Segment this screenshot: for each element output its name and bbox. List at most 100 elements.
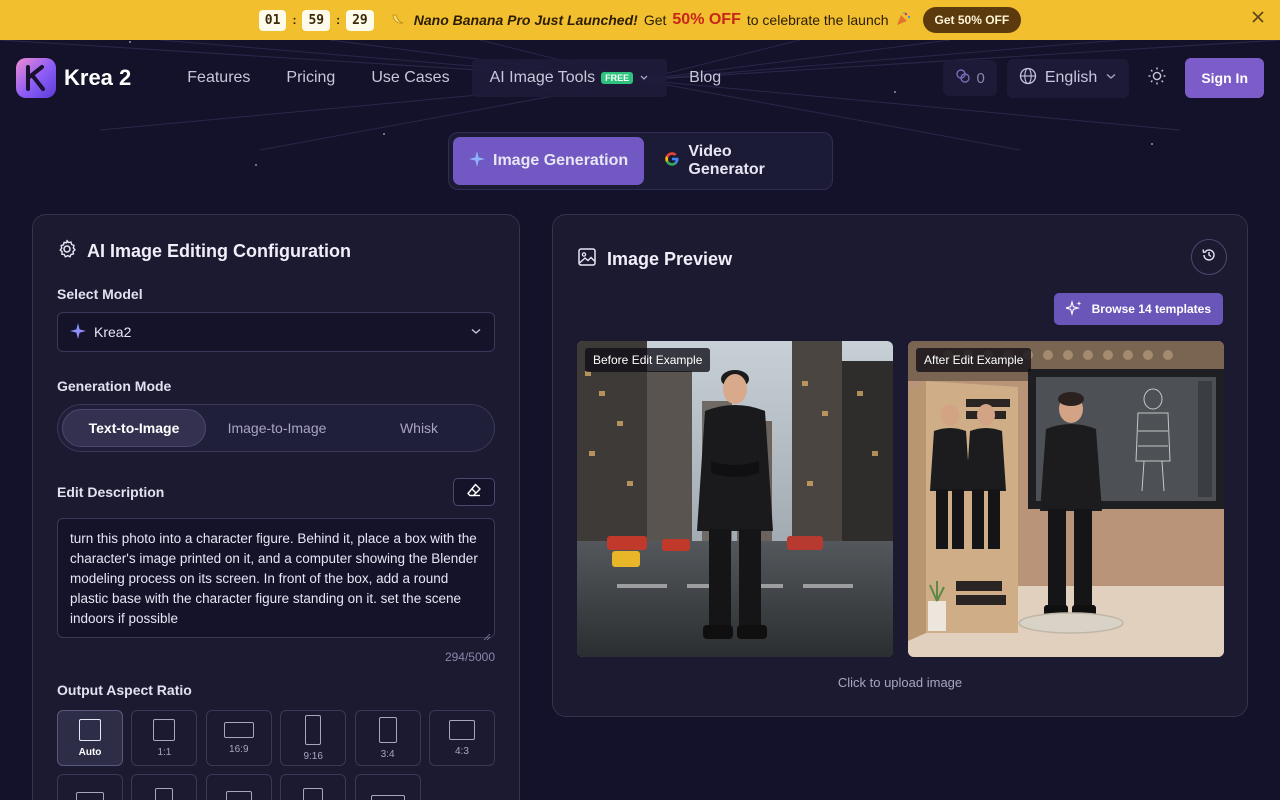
- history-button[interactable]: [1191, 239, 1227, 275]
- promo-headline: Nano Banana Pro Just Launched!: [413, 12, 638, 28]
- top-navigation: Krea 2 Features Pricing Use Cases AI Ima…: [0, 40, 1280, 116]
- gear-icon: [57, 239, 77, 264]
- after-edit-photo: [908, 341, 1224, 657]
- timer-minutes: 59: [302, 9, 331, 31]
- browse-templates-label: Browse 14 templates: [1091, 302, 1211, 316]
- credits-counter[interactable]: 0: [942, 60, 997, 96]
- aspect-more-shape-icon: [225, 791, 252, 800]
- preview-panel: Image Preview Browse 14 templates Before…: [552, 214, 1248, 717]
- tab-whisk[interactable]: Whisk: [348, 409, 490, 447]
- resize-handle-icon[interactable]: [483, 627, 491, 641]
- brand-name[interactable]: Krea 2: [64, 65, 131, 91]
- preview-title-text: Image Preview: [607, 249, 733, 269]
- character-counter: 294/5000: [444, 650, 495, 664]
- aspect-ratio-grid: Auto 1:1 16:9 9:16 3:4 4:3: [57, 710, 495, 800]
- sign-in-button[interactable]: Sign In: [1185, 58, 1264, 98]
- image-icon: [577, 247, 597, 272]
- before-edit-image[interactable]: Before Edit Example: [577, 341, 893, 657]
- aspect-ratio-more[interactable]: [205, 774, 272, 800]
- aspect-ratio-label: Output Aspect Ratio: [57, 682, 192, 698]
- edit-description-input[interactable]: turn this photo into a character figure.…: [57, 518, 495, 641]
- aspect-auto-shape-icon: [79, 718, 101, 741]
- aspect-ratio-3-4[interactable]: 3:4: [354, 710, 421, 766]
- tab-image-to-image[interactable]: Image-to-Image: [206, 409, 348, 447]
- tab-image-generation[interactable]: Image Generation: [453, 137, 645, 185]
- chevron-down-icon: [639, 69, 649, 87]
- aspect-ratio-more[interactable]: [57, 774, 123, 800]
- aspect-4-3-label: 4:3: [455, 745, 469, 757]
- configuration-panel: AI Image Editing Configuration Select Mo…: [32, 214, 520, 800]
- tab-video-generator[interactable]: Video Generator: [648, 137, 828, 185]
- aspect-1-1-label: 1:1: [157, 746, 172, 758]
- aspect-more-shape-icon: [76, 792, 104, 800]
- sparkle-icon: [469, 150, 485, 172]
- timer-hours: 01: [258, 9, 287, 31]
- tab-text-to-image[interactable]: Text-to-Image: [62, 409, 206, 447]
- edit-description-label: Edit Description: [57, 484, 165, 500]
- configuration-title: AI Image Editing Configuration: [57, 239, 495, 264]
- aspect-ratio-4-3[interactable]: 4:3: [428, 710, 495, 766]
- image-generation-label: Image Generation: [493, 152, 629, 169]
- nav-pricing[interactable]: Pricing: [268, 69, 353, 87]
- aspect-ratio-more[interactable]: [354, 774, 421, 800]
- aspect-more-shape-icon: [370, 795, 405, 800]
- promo-get: Get: [643, 12, 667, 28]
- nav-use-cases[interactable]: Use Cases: [353, 69, 467, 87]
- nav-ai-image-tools-label: AI Image Tools: [489, 69, 596, 86]
- edit-description-text: turn this photo into a character figure.…: [70, 531, 478, 626]
- chevron-down-icon: [470, 324, 482, 340]
- party-popper-icon: [895, 11, 911, 30]
- history-icon: [1201, 247, 1217, 268]
- timer-seconds: 29: [346, 9, 374, 31]
- language-selector[interactable]: English: [1006, 58, 1130, 98]
- banana-icon: [390, 11, 406, 30]
- free-badge: FREE: [601, 72, 634, 84]
- promo-tail: to celebrate the launch: [746, 12, 889, 28]
- aspect-4-3-shape-icon: [448, 719, 475, 740]
- sparkles-icon: [1063, 299, 1082, 319]
- aspect-more-shape-icon: [155, 788, 174, 800]
- eraser-icon: [466, 482, 482, 503]
- aspect-16-9-label: 16:9: [229, 743, 249, 755]
- language-value: English: [1044, 69, 1098, 86]
- nav-ai-image-tools[interactable]: AI Image Tools FREE: [471, 59, 668, 97]
- theme-toggle-button[interactable]: [1139, 60, 1175, 96]
- browse-templates-button[interactable]: Browse 14 templates: [1053, 293, 1223, 325]
- aspect-3-4-label: 3:4: [380, 748, 395, 760]
- aspect-ratio-9-16[interactable]: 9:16: [280, 710, 347, 766]
- aspect-ratio-1-1[interactable]: 1:1: [131, 710, 198, 766]
- generation-mode-label: Generation Mode: [57, 378, 172, 394]
- aspect-ratio-more[interactable]: [280, 774, 347, 800]
- aspect-1-1-shape-icon: [153, 718, 176, 741]
- aspect-16-9-shape-icon: [223, 721, 254, 738]
- nav-blog[interactable]: Blog: [671, 69, 739, 87]
- nav-features[interactable]: Features: [169, 69, 268, 87]
- countdown-timer: 01 : 59 : 29: [258, 9, 374, 31]
- model-sparkle-icon: [70, 322, 86, 342]
- promo-discount: 50% OFF: [672, 11, 741, 28]
- aspect-ratio-more[interactable]: [131, 774, 198, 800]
- globe-icon: [1019, 67, 1037, 90]
- brand-logo-icon[interactable]: [16, 58, 56, 98]
- aspect-ratio-16-9[interactable]: 16:9: [205, 710, 272, 766]
- model-select[interactable]: Krea2: [57, 312, 495, 352]
- upload-image-hint[interactable]: Click to upload image: [553, 675, 1247, 690]
- promo-cta-button[interactable]: Get 50% OFF: [922, 7, 1022, 33]
- model-value: Krea2: [94, 324, 132, 340]
- aspect-ratio-auto[interactable]: Auto: [57, 710, 123, 766]
- clear-description-button[interactable]: [453, 478, 495, 506]
- after-edit-image[interactable]: After Edit Example: [908, 341, 1224, 657]
- google-icon: [664, 151, 680, 172]
- close-icon[interactable]: [1252, 10, 1264, 28]
- aspect-9-16-shape-icon: [305, 714, 322, 745]
- aspect-auto-label: Auto: [78, 746, 102, 758]
- promo-banner: 01 : 59 : 29 Nano Banana Pro Just Launch…: [0, 0, 1280, 40]
- video-generator-label: Video Generator: [688, 143, 765, 178]
- generator-mode-switch: Image Generation Video Generator: [448, 132, 833, 190]
- after-edit-label: After Edit Example: [916, 348, 1032, 372]
- select-model-label: Select Model: [57, 286, 143, 302]
- aspect-3-4-shape-icon: [378, 716, 397, 743]
- before-edit-label: Before Edit Example: [585, 348, 711, 372]
- aspect-more-shape-icon: [303, 788, 324, 800]
- generation-mode-tabs: Text-to-Image Image-to-Image Whisk: [57, 404, 495, 452]
